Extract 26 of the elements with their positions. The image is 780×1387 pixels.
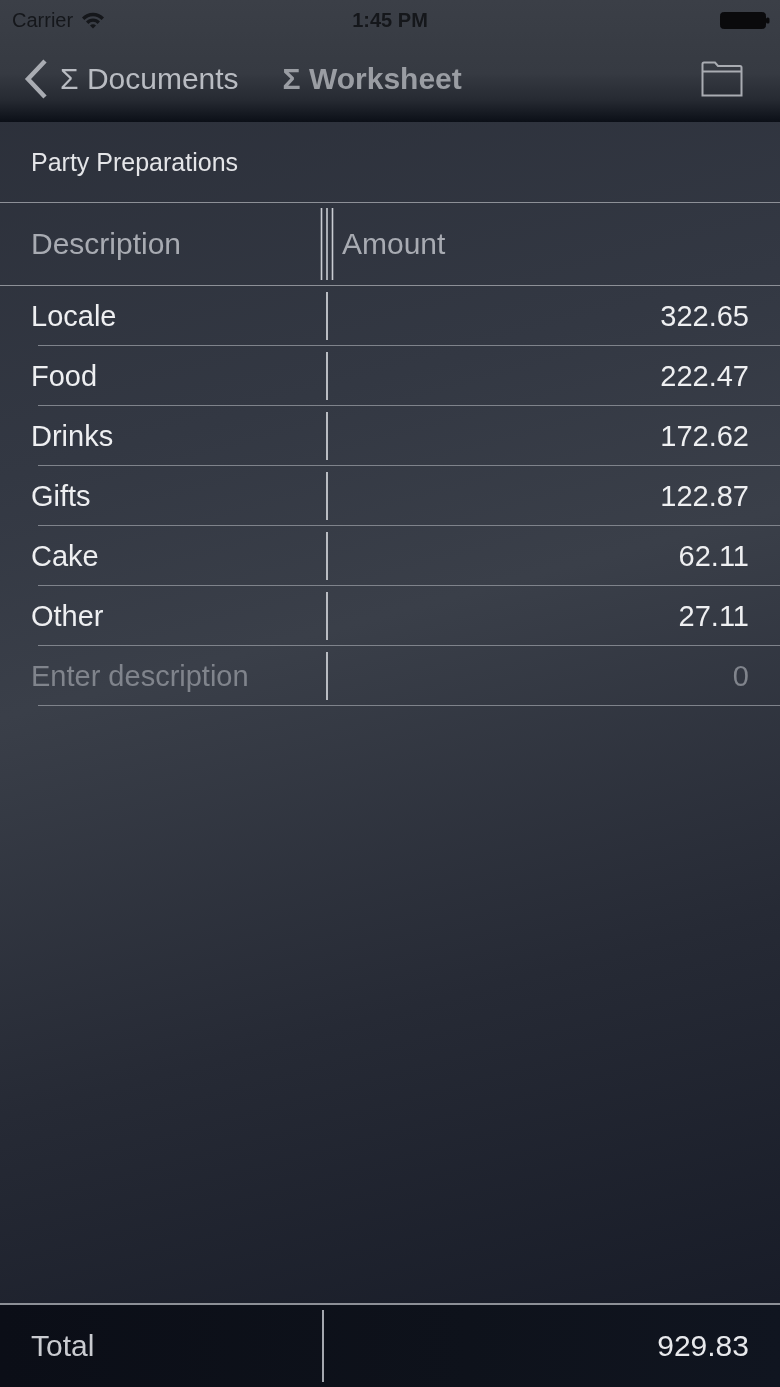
column-resize-handle[interactable] xyxy=(320,208,334,280)
amount-cell: 122.87 xyxy=(660,479,749,513)
description-input[interactable]: Enter description xyxy=(31,659,326,693)
worksheet-title: Party Preparations xyxy=(31,147,239,177)
amount-cell: 172.62 xyxy=(660,419,749,453)
wifi-icon xyxy=(81,11,106,29)
folder-icon[interactable] xyxy=(701,61,743,97)
amount-cell: 27.11 xyxy=(678,599,749,633)
screen-title: Σ Worksheet xyxy=(282,62,462,96)
amount-cell: 62.11 xyxy=(678,539,749,573)
amount-cell: 222.47 xyxy=(660,359,749,393)
chevron-left-icon xyxy=(24,59,48,99)
description-cell: Food xyxy=(31,359,98,393)
column-header: Amount xyxy=(342,227,446,261)
description-cell: Gifts xyxy=(31,479,91,513)
amount-input[interactable]: 0 xyxy=(549,659,749,693)
description-cell: Locale xyxy=(31,299,117,333)
column-header: Description xyxy=(31,227,182,261)
battery-icon xyxy=(720,11,770,29)
total-label: Total xyxy=(31,1329,95,1363)
description-cell: Drinks xyxy=(31,419,114,453)
description-cell: Cake xyxy=(31,539,99,573)
back-button[interactable]: Σ Documents xyxy=(24,59,239,99)
description-cell: Other xyxy=(31,599,104,633)
total-value: 929.83 xyxy=(657,1329,749,1363)
amount-cell: 322.65 xyxy=(660,299,749,333)
